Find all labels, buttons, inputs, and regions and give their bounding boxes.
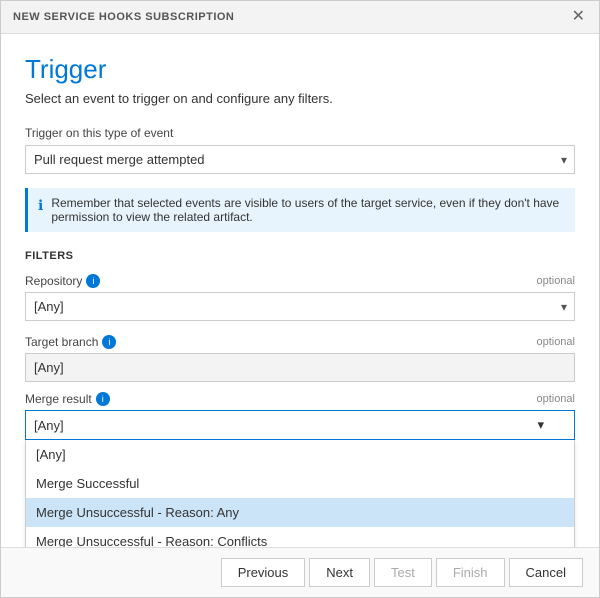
merge-result-optional: optional	[536, 393, 575, 405]
target-branch-filter: Target branch i optional	[25, 335, 575, 382]
merge-result-dropdown-display[interactable]: [Any] ▾	[25, 410, 575, 440]
target-branch-info-icon[interactable]: i	[102, 335, 116, 349]
info-box: ℹ Remember that selected events are visi…	[25, 188, 575, 232]
trigger-dropdown-wrapper: Pull request merge attempted ▾	[25, 145, 575, 174]
finish-button[interactable]: Finish	[436, 558, 505, 587]
previous-button[interactable]: Previous	[221, 558, 306, 587]
merge-result-label-row: Merge result i optional	[25, 392, 575, 406]
list-item[interactable]: Merge Unsuccessful - Reason: Conflicts	[26, 527, 574, 547]
next-button[interactable]: Next	[309, 558, 370, 587]
page-subtitle: Select an event to trigger on and config…	[25, 91, 575, 106]
filters-heading: FILTERS	[25, 250, 575, 262]
titlebar: NEW SERVICE HOOKS SUBSCRIPTION ✕	[1, 1, 599, 34]
trigger-field-label: Trigger on this type of event	[25, 126, 575, 140]
merge-result-selected: [Any]	[34, 418, 64, 433]
list-item[interactable]: Merge Successful	[26, 469, 574, 498]
merge-result-filter: Merge result i optional [Any] ▾ [Any] Me…	[25, 392, 575, 440]
repository-label-row: Repository i optional	[25, 274, 575, 288]
list-item[interactable]: Merge Unsuccessful - Reason: Any	[26, 498, 574, 527]
dialog-content: Trigger Select an event to trigger on an…	[1, 34, 599, 547]
target-branch-input[interactable]	[25, 353, 575, 382]
merge-result-arrow-icon: ▾	[537, 417, 544, 433]
info-icon: ℹ	[38, 197, 43, 214]
repository-filter: Repository i optional [Any] ▾	[25, 274, 575, 321]
target-branch-label: Target branch i	[25, 335, 116, 349]
page-title: Trigger	[25, 54, 575, 85]
repository-optional: optional	[536, 275, 575, 287]
close-button[interactable]: ✕	[570, 9, 587, 25]
trigger-dropdown[interactable]: Pull request merge attempted	[25, 145, 575, 174]
dialog-title: NEW SERVICE HOOKS SUBSCRIPTION	[13, 11, 234, 23]
repository-info-icon[interactable]: i	[86, 274, 100, 288]
dialog-footer: Previous Next Test Finish Cancel	[1, 547, 599, 597]
repository-dropdown[interactable]: [Any]	[25, 292, 575, 321]
merge-result-dropdown-open: [Any] ▾ [Any] Merge Successful Merge Uns…	[25, 410, 575, 440]
target-branch-label-row: Target branch i optional	[25, 335, 575, 349]
cancel-button[interactable]: Cancel	[509, 558, 583, 587]
merge-result-info-icon[interactable]: i	[96, 392, 110, 406]
list-item[interactable]: [Any]	[26, 440, 574, 469]
repository-label: Repository i	[25, 274, 100, 288]
target-branch-optional: optional	[536, 336, 575, 348]
merge-result-dropdown-list: [Any] Merge Successful Merge Unsuccessfu…	[25, 440, 575, 547]
dialog: NEW SERVICE HOOKS SUBSCRIPTION ✕ Trigger…	[0, 0, 600, 598]
test-button[interactable]: Test	[374, 558, 432, 587]
info-message: Remember that selected events are visibl…	[51, 196, 565, 224]
merge-result-label: Merge result i	[25, 392, 110, 406]
repository-dropdown-wrapper: [Any] ▾	[25, 292, 575, 321]
